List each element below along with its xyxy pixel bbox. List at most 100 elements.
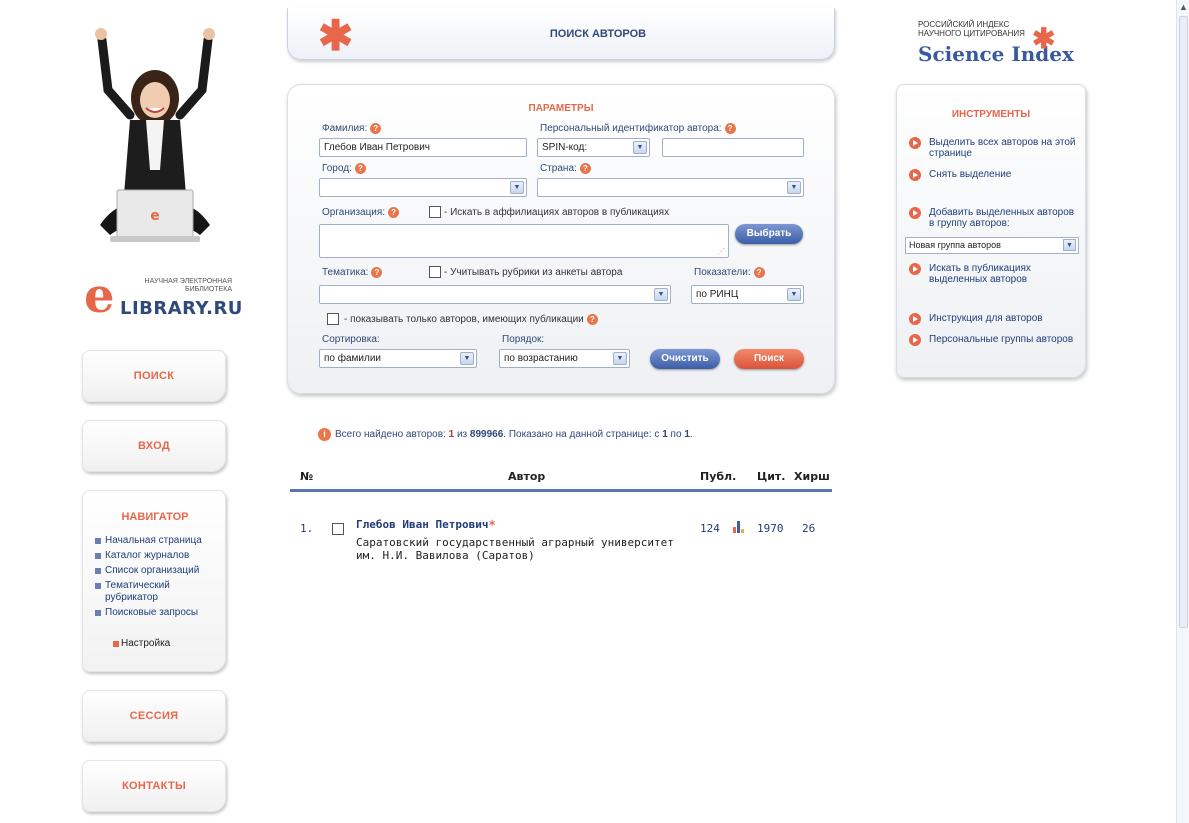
clear-button[interactable]: Очистить <box>650 349 720 369</box>
tool-deselect[interactable]: Снять выделение <box>909 169 1079 181</box>
navigator-item-rubricator[interactable]: Тематический рубрикатор <box>95 580 219 604</box>
city-help-icon[interactable]: ? <box>354 163 366 174</box>
navigator-item-organizations[interactable]: Список организаций <box>95 565 219 577</box>
sidebar-session-button[interactable]: СЕССИЯ <box>82 690 226 742</box>
page: e e НАУЧНАЯ ЭЛЕКТРОННАЯ БИБЛИОТЕКА LIBRA… <box>0 0 1176 823</box>
country-label-text: Страна: <box>540 163 577 175</box>
author-name: Глебов Иван Петрович <box>356 518 489 531</box>
org-help-icon[interactable]: ? <box>388 207 400 218</box>
chevron-down-icon: ▼ <box>787 181 801 194</box>
tool-personal-groups[interactable]: Персональные группы авторов <box>909 334 1079 346</box>
arrow-right-icon <box>909 263 921 275</box>
only-with-pubs-help-icon[interactable]: ? <box>586 314 598 325</box>
tools-title: ИНСТРУМЕНТЫ <box>951 109 1031 120</box>
country-select[interactable]: ▼ <box>537 178 804 197</box>
group-select[interactable]: Новая группа авторов ▼ <box>905 237 1079 254</box>
search-button[interactable]: Поиск <box>734 349 804 369</box>
choose-org-button[interactable]: Выбрать <box>735 224 803 244</box>
sort-label: Сортировка: <box>322 334 380 345</box>
city-label: Город:? <box>322 163 366 174</box>
navigator-item-settings[interactable]: Настройка <box>113 638 170 649</box>
surname-label: Фамилия:? <box>322 123 382 134</box>
order-select[interactable]: по возрастанию ▼ <box>499 349 630 368</box>
surname-help-icon[interactable]: ? <box>370 123 382 134</box>
author-id-type-select[interactable]: SPIN-код: ▼ <box>537 138 650 157</box>
chevron-down-icon: ▼ <box>633 141 647 154</box>
only-with-pubs-label: - показывать только авторов, имеющих пуб… <box>344 314 598 325</box>
params-title: ПАРАМЕТРЫ <box>528 103 594 114</box>
navigator-item-home[interactable]: Начальная страница <box>95 535 219 547</box>
tool-instructions-label: Инструкция для авторов <box>929 313 1043 324</box>
sidebar-contacts-label: КОНТАКТЫ <box>121 780 187 792</box>
summary-to: по <box>670 429 682 441</box>
science-index-logo[interactable]: РОССИЙСКИЙ ИНДЕКС НАУЧНОГО ЦИТИРОВАНИЯ S… <box>918 20 1078 70</box>
org-affiliation-checkbox[interactable] <box>429 206 441 218</box>
org-textarea[interactable]: ⋰ <box>319 224 729 258</box>
elibrary-logo[interactable]: e НАУЧНАЯ ЭЛЕКТРОННАЯ БИБЛИОТЕКА LIBRARY… <box>82 268 242 324</box>
org-label: Организация:? <box>322 207 400 218</box>
vertical-scrollbar[interactable]: ▲ <box>1176 0 1189 823</box>
scroll-up-icon[interactable]: ▲ <box>1179 2 1188 12</box>
elibrary-brand: LIBRARY.RU <box>120 298 243 319</box>
city-select[interactable]: ▼ <box>319 178 527 197</box>
tool-select-all-label: Выделить всех авторов на этой странице <box>929 137 1076 159</box>
sidebar-search-button[interactable]: ПОИСК <box>82 350 226 402</box>
sort-select[interactable]: по фамилии ▼ <box>319 349 477 368</box>
column-header-author: Автор <box>508 470 546 483</box>
country-help-icon[interactable]: ? <box>579 163 591 174</box>
elibrary-tagline: НАУЧНАЯ ЭЛЕКТРОННАЯ БИБЛИОТЕКА <box>122 278 232 294</box>
navigator-item-journals[interactable]: Каталог журналов <box>95 550 219 562</box>
indicators-label-text: Показатели: <box>694 267 751 279</box>
tool-add-to-group[interactable]: Добавить выделенных авторов в группу авт… <box>909 207 1079 229</box>
author-citations-count[interactable]: 1970 <box>757 522 784 535</box>
author-id-label-text: Персональный идентификатор автора: <box>540 123 722 135</box>
summary-found: 1 <box>448 429 455 441</box>
indicators-select[interactable]: по РИНЦ ▼ <box>691 285 804 304</box>
tool-search-in-pubs[interactable]: Искать в публикациях выделенных авторов <box>909 263 1079 285</box>
topic-label-text: Тематика: <box>322 267 369 279</box>
topic-select[interactable]: ▼ <box>319 285 671 304</box>
indicators-help-icon[interactable]: ? <box>753 267 765 278</box>
navigator-item-queries[interactable]: Поисковые запросы <box>95 607 219 619</box>
page-title: ПОИСК АВТОРОВ <box>549 28 647 40</box>
author-id-input[interactable] <box>662 138 804 157</box>
column-header-hirsch[interactable]: Хирш <box>794 470 830 483</box>
summary-shown-prefix: . Показано на данной странице: с <box>503 429 660 441</box>
org-affiliation-label: - Искать в аффилиациях авторов в публика… <box>444 207 670 218</box>
author-name-link[interactable]: Глебов Иван Петрович* <box>356 518 496 532</box>
only-with-pubs-checkbox[interactable] <box>327 313 339 325</box>
bar-chart-icon[interactable] <box>733 521 745 533</box>
author-id-help-icon[interactable]: ? <box>724 123 736 134</box>
tools-panel: ИНСТРУМЕНТЫ Выделить всех авторов на это… <box>896 84 1086 378</box>
summary-of: из <box>456 429 468 441</box>
scrollbar-thumb[interactable] <box>1179 16 1188 628</box>
group-value: Новая группа авторов <box>909 240 1001 250</box>
elibrary-tagline-1: НАУЧНАЯ ЭЛЕКТРОННАЯ <box>144 278 232 285</box>
summary-shown-from: 1 <box>662 429 668 441</box>
summary-prefix: Всего найдено авторов: <box>335 429 446 441</box>
sidebar-session-label: СЕССИЯ <box>129 710 179 722</box>
science-index-star-icon: ✱ <box>1032 23 1056 54</box>
surname-input[interactable] <box>319 138 527 157</box>
resize-grip-icon[interactable]: ⋰ <box>717 247 725 256</box>
navigator-title: НАВИГАТОР <box>121 511 189 523</box>
summary-suffix: . <box>689 429 693 441</box>
order-label: Порядок: <box>502 334 545 345</box>
column-header-cit[interactable]: Цит. <box>757 470 785 483</box>
topic-label: Тематика:? <box>322 267 383 279</box>
topic-help-icon[interactable]: ? <box>371 267 383 278</box>
arrow-right-icon <box>909 313 921 325</box>
sidebar-login-button[interactable]: ВХОД <box>82 420 226 472</box>
topic-rubrics-checkbox[interactable] <box>429 266 441 278</box>
author-pubs-count[interactable]: 124 <box>700 522 720 535</box>
tool-search-in-pubs-label: Искать в публикациях выделенных авторов <box>929 263 1031 285</box>
sidebar-contacts-button[interactable]: КОНТАКТЫ <box>82 760 226 812</box>
tool-select-all[interactable]: Выделить всех авторов на этой странице <box>909 137 1079 159</box>
search-parameters-panel: ПАРАМЕТРЫ Фамилия:? Персональный идентиф… <box>287 84 835 394</box>
table-header-divider <box>290 489 832 492</box>
tool-instructions[interactable]: Инструкция для авторов <box>909 313 1079 325</box>
elibrary-e-glyph: e <box>84 268 115 324</box>
column-header-pubs[interactable]: Публ. <box>700 470 736 483</box>
row-checkbox[interactable] <box>332 523 344 535</box>
navigator-list: Начальная страница Каталог журналов Спис… <box>95 535 219 622</box>
